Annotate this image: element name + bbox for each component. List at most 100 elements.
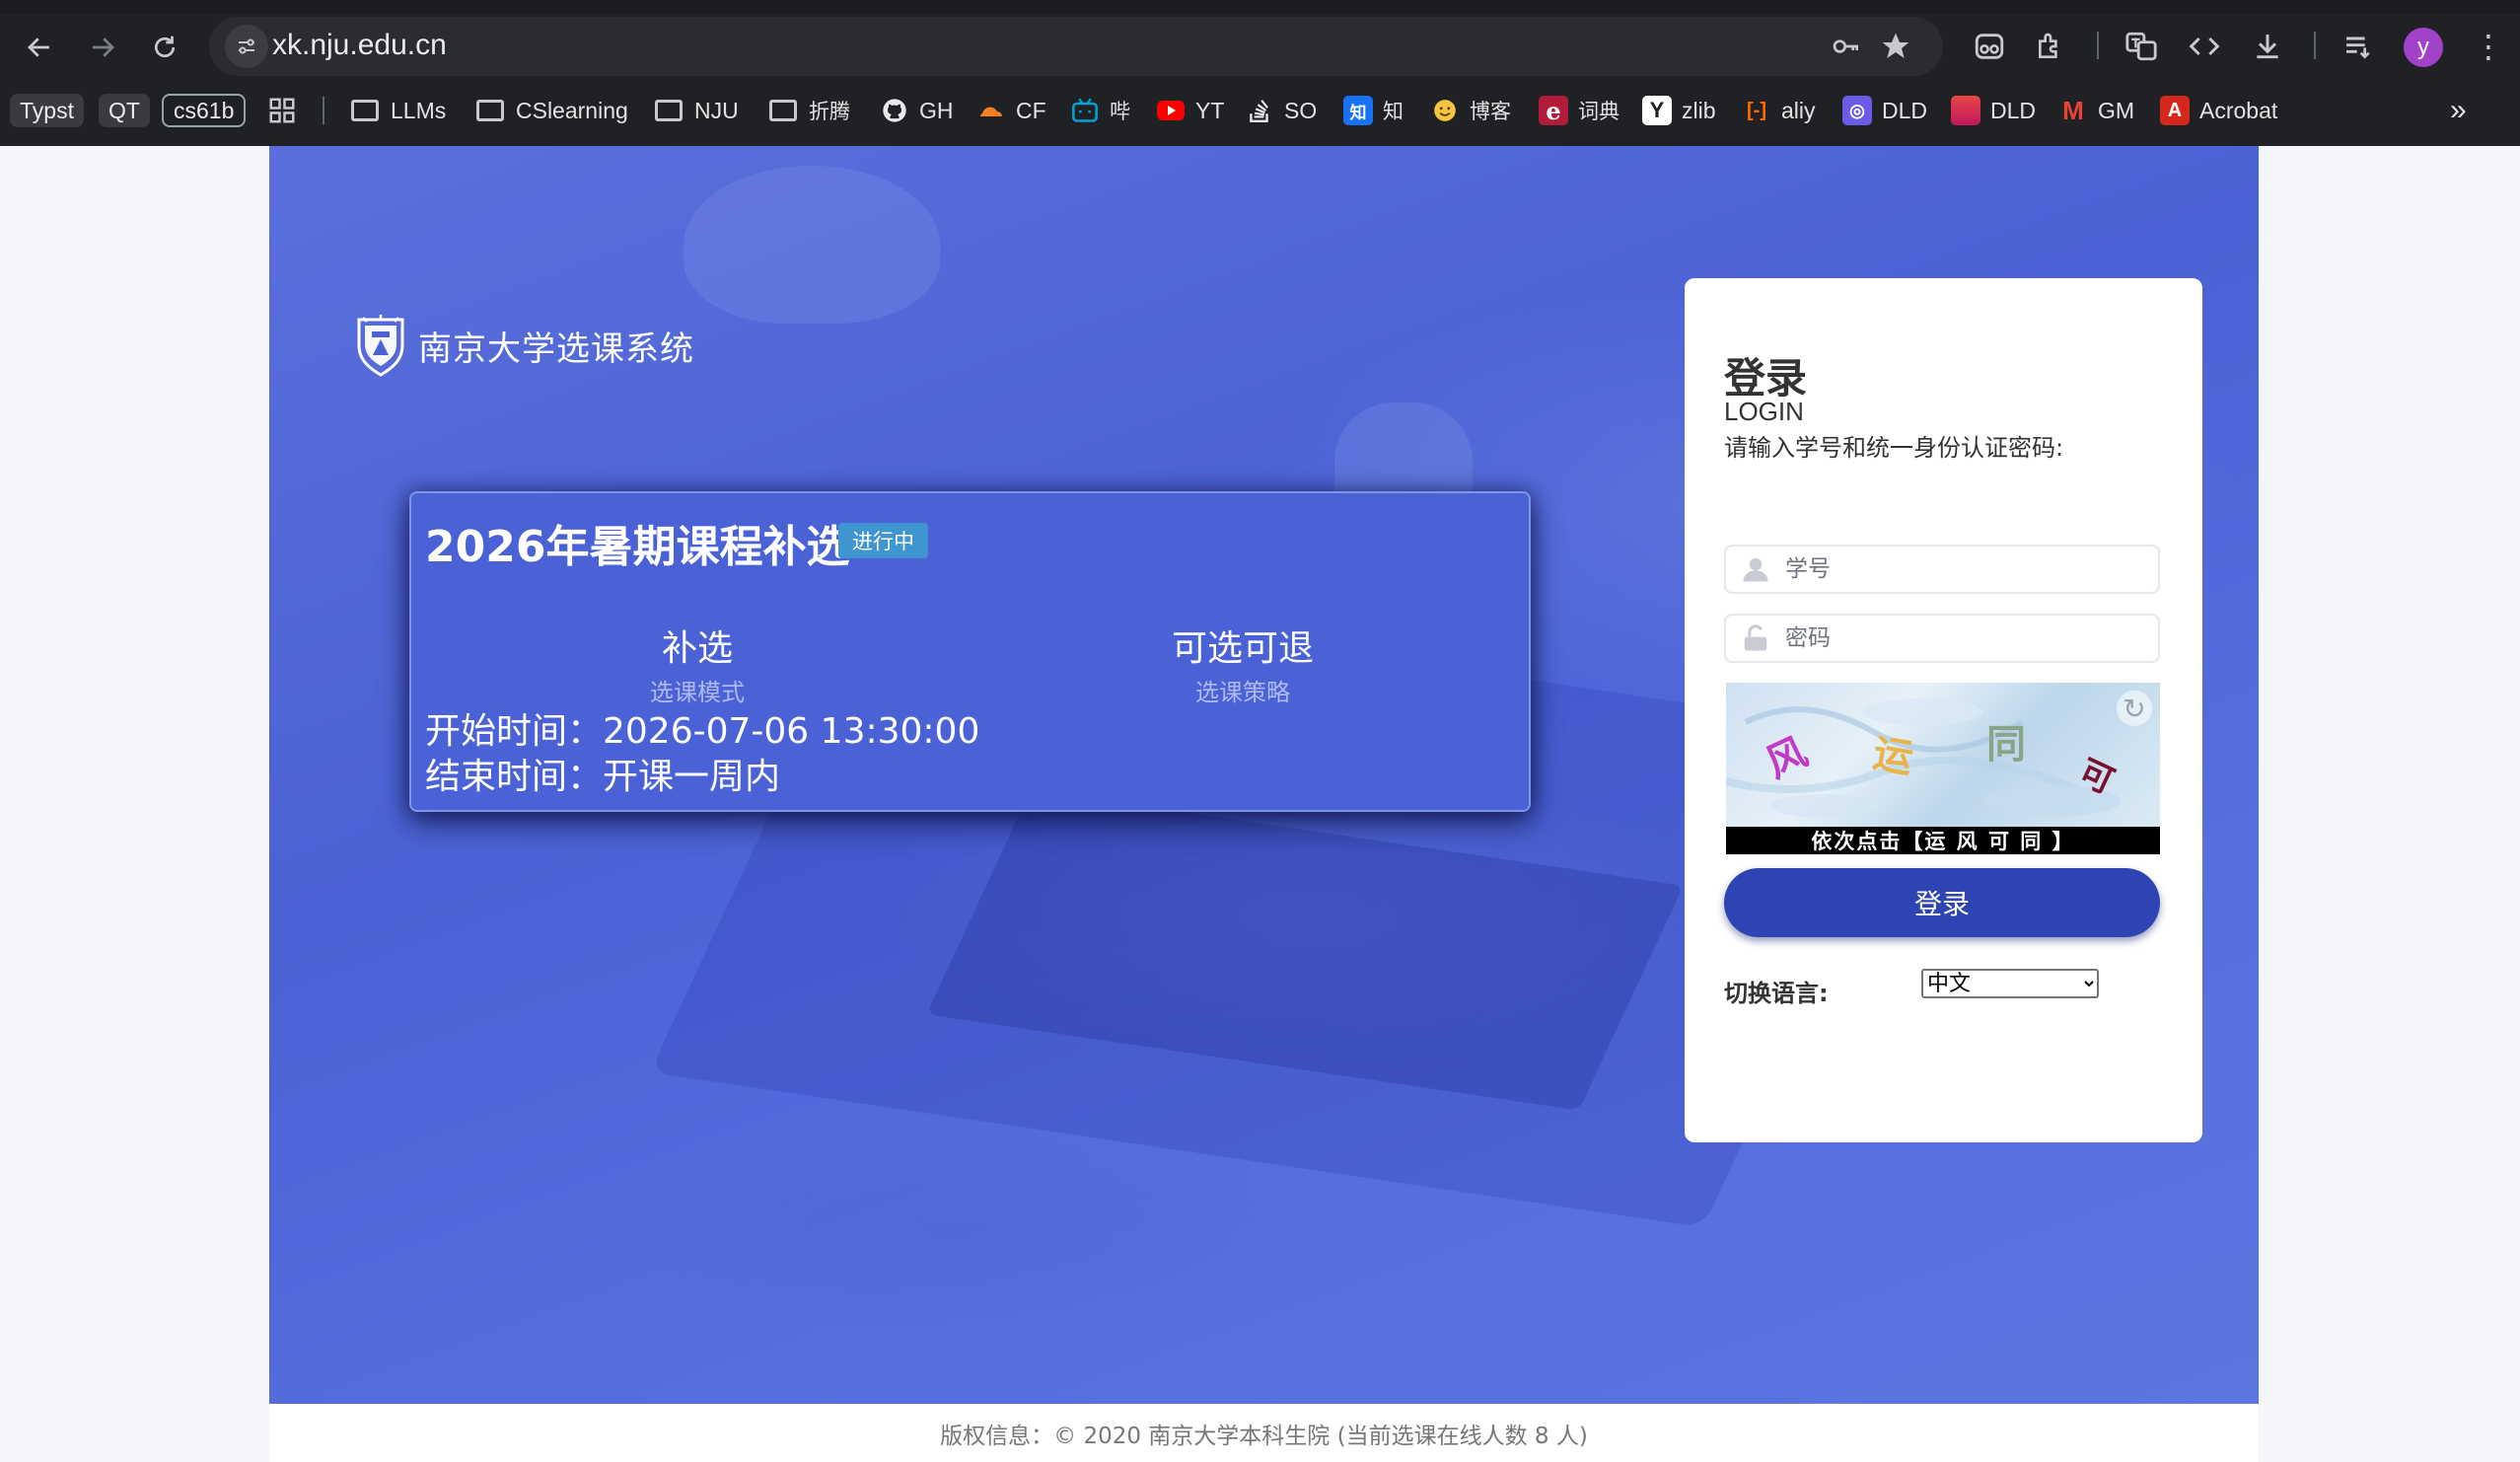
folder-icon xyxy=(351,100,379,121)
selection-mode-value: 补选 xyxy=(661,628,733,669)
extensions-puzzle-icon[interactable] xyxy=(2028,24,2073,69)
back-button[interactable] xyxy=(14,22,65,73)
bookmark-label: 博客 xyxy=(1470,100,1511,123)
download-icon[interactable] xyxy=(2245,24,2290,69)
toolbar-divider xyxy=(2314,32,2316,59)
reload-button[interactable] xyxy=(139,22,190,73)
bookmarks-bar: Typst QT cs61b LLMs CSlearning NJU 折腾 GH… xyxy=(0,89,2520,132)
bookmark-gm[interactable]: M GM xyxy=(2058,89,2134,132)
bilibili-icon xyxy=(1070,96,1100,125)
tab-strip xyxy=(0,0,2520,14)
password-field[interactable] xyxy=(1724,614,2160,663)
bookmark-label: NJU xyxy=(694,97,739,123)
selection-strategy-label: 选课策略 xyxy=(1195,679,1290,706)
password-input[interactable] xyxy=(1785,616,2158,661)
bookmark-label: zlib xyxy=(1682,97,1716,123)
bookmark-dld-2[interactable]: DLD xyxy=(1951,89,2036,132)
bookmark-typst[interactable]: Typst xyxy=(10,94,84,127)
profile-avatar[interactable]: y xyxy=(2404,28,2443,67)
stackoverflow-icon xyxy=(1245,96,1274,125)
more-menu-icon[interactable]: ⋮ xyxy=(2471,24,2506,69)
bookmark-zhihu[interactable]: 知 知 xyxy=(1343,89,1404,132)
refresh-icon[interactable]: ↻ xyxy=(2117,691,2152,726)
bookmark-label: 词典 xyxy=(1578,100,1620,123)
devtools-code-icon[interactable] xyxy=(2182,24,2227,69)
blog-emoji-icon xyxy=(1430,96,1460,125)
bookmark-zlib[interactable]: Y zlib xyxy=(1642,89,1716,132)
bookmark-label: 知 xyxy=(1383,100,1404,123)
bookmark-folder-zheteng[interactable]: 折腾 xyxy=(769,89,850,132)
zhihu-icon: 知 xyxy=(1343,96,1373,125)
address-bar[interactable]: xk.nju.edu.cn xyxy=(209,17,1943,76)
end-time: 结束时间：开课一周内 xyxy=(425,757,781,797)
cloudflare-icon xyxy=(976,96,1006,125)
mug-background-shape xyxy=(684,166,940,324)
bookmark-acrobat[interactable]: A Acrobat xyxy=(2160,89,2277,132)
login-button[interactable]: 登录 xyxy=(1724,868,2160,937)
youtube-icon xyxy=(1156,96,1186,125)
school-crest-icon xyxy=(357,315,404,377)
bookmark-label: 折腾 xyxy=(809,100,850,123)
status-badge: 进行中 xyxy=(838,523,928,558)
folder-icon xyxy=(769,100,797,121)
folder-icon xyxy=(655,100,683,121)
bookmark-label: aliy xyxy=(1781,97,1816,123)
back-arrow-icon xyxy=(28,37,49,57)
bookmark-folder-cslearning[interactable]: CSlearning xyxy=(476,89,628,132)
bookmark-cs61b[interactable]: cs61b xyxy=(162,94,247,127)
site-info-button[interactable] xyxy=(225,25,268,68)
acrobat-icon: A xyxy=(2160,96,2190,125)
language-select[interactable]: 中文 xyxy=(1921,969,2099,998)
toolbar-divider xyxy=(2097,32,2099,59)
login-panel: 登录 LOGIN 请输入学号和统一身份认证密码: 学号 风 运 同 可 ↻ 依次… xyxy=(1685,278,2202,1142)
bookmark-label: DLD xyxy=(1990,97,2037,123)
bookmark-bilibili[interactable]: 哔 xyxy=(1070,89,1130,132)
dld-circle-icon: ◎ xyxy=(1842,96,1872,125)
kaka-icon xyxy=(1951,96,1980,125)
bookmark-boke[interactable]: 博客 xyxy=(1430,89,1511,132)
bookmark-yt[interactable]: YT xyxy=(1156,89,1224,132)
folder-icon xyxy=(476,100,504,121)
bookmark-label: Acrobat xyxy=(2199,97,2278,123)
bookmark-aliy[interactable]: [-] aliy xyxy=(1742,89,1816,132)
gmail-icon: M xyxy=(2062,95,2084,125)
captcha-image[interactable]: 风 运 同 可 ↻ xyxy=(1726,683,2160,827)
bookmarks-overflow-chevron-icon[interactable]: » xyxy=(2450,89,2467,132)
username-field[interactable] xyxy=(1724,545,2160,594)
selection-strategy: 可选可退 选课策略 xyxy=(1085,620,1401,707)
username-input[interactable] xyxy=(1785,547,2158,592)
zlib-icon: Y xyxy=(1642,96,1672,125)
click-captcha: 风 运 同 可 ↻ 依次点击【运 风 可 同 】 xyxy=(1726,683,2160,854)
github-icon xyxy=(880,96,909,125)
start-time: 开始时间：2026-07-06 13:30:00 xyxy=(425,711,980,752)
bookmark-dld-1[interactable]: ◎ DLD xyxy=(1842,89,1927,132)
captcha-char[interactable]: 同 xyxy=(1986,712,2026,769)
system-title: 南京大学选课系统 xyxy=(418,329,694,369)
bookmark-gh[interactable]: GH xyxy=(880,89,954,132)
bookmark-label: CSlearning xyxy=(516,97,628,123)
tune-icon xyxy=(239,38,254,54)
url-text[interactable]: xk.nju.edu.cn xyxy=(272,29,447,62)
session-title: 2026年暑期课程补选 xyxy=(425,522,850,572)
site-logo[interactable]: 南京大学选课系统 xyxy=(355,314,694,377)
eudic-icon: e xyxy=(1539,96,1568,125)
bookmark-folder-nju[interactable]: NJU xyxy=(655,89,739,132)
reading-list-icon[interactable] xyxy=(2336,24,2381,69)
bookmark-folder-llms[interactable]: LLMs xyxy=(351,89,446,132)
bookmark-so[interactable]: SO xyxy=(1245,89,1317,132)
bookmark-star-icon[interactable] xyxy=(1876,27,1915,66)
bookmark-cidian[interactable]: e 词典 xyxy=(1539,89,1620,132)
bookmark-label: 哔 xyxy=(1110,100,1130,123)
translate-icon[interactable] xyxy=(2119,24,2164,69)
incognito-extension-icon[interactable] xyxy=(1967,24,2012,69)
apps-grid-icon[interactable] xyxy=(267,89,297,132)
bookmark-qt[interactable]: QT xyxy=(99,94,150,127)
language-label: 切换语言: xyxy=(1724,980,1829,1007)
reload-icon xyxy=(154,36,176,58)
forward-arrow-icon xyxy=(93,37,114,57)
forward-button[interactable] xyxy=(77,22,128,73)
bookmark-cf[interactable]: CF xyxy=(976,89,1046,132)
bookmark-label: YT xyxy=(1195,97,1225,123)
password-key-icon[interactable] xyxy=(1827,27,1866,66)
aliyun-icon: [-] xyxy=(1747,99,1766,121)
